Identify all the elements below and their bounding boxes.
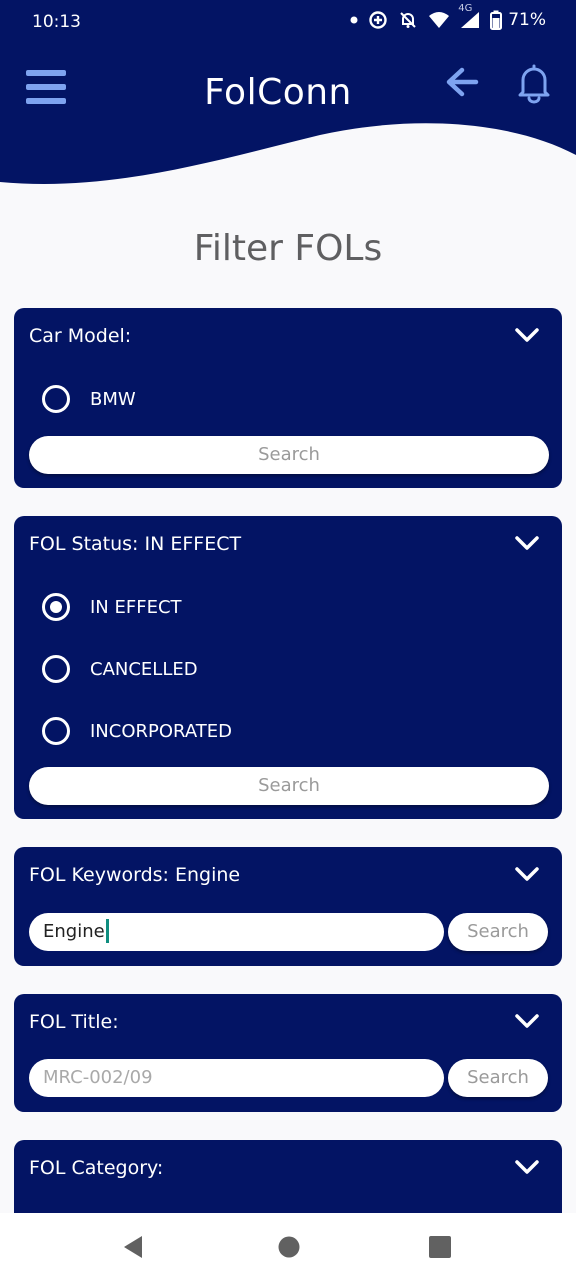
- battery-percentage: 71%: [508, 10, 546, 30]
- chevron-down-icon[interactable]: [514, 532, 540, 554]
- fol-title-filter-card: FOL Title: MRC-002/09 Search: [14, 994, 562, 1112]
- status-time: 10:13: [32, 12, 81, 32]
- title-input-placeholder: MRC-002/09: [43, 1067, 153, 1088]
- square-recents-icon[interactable]: [426, 1233, 454, 1261]
- fol-status-label: FOL Status: IN EFFECT: [29, 533, 242, 555]
- chevron-down-icon[interactable]: [514, 1156, 540, 1178]
- chevron-down-icon[interactable]: [514, 863, 540, 885]
- fol-keywords-filter-card: FOL Keywords: Engine Engine Search: [14, 847, 562, 966]
- battery-icon: [490, 10, 503, 30]
- triangle-back-icon[interactable]: [120, 1233, 148, 1261]
- radio-label: INCORPORATED: [90, 720, 232, 742]
- arrow-left-icon[interactable]: [444, 64, 480, 100]
- data-saver-icon: [368, 10, 388, 30]
- text-cursor: [105, 918, 109, 943]
- radio-button-checked[interactable]: [42, 593, 70, 621]
- car-model-filter-card: Car Model: BMW Search: [14, 308, 562, 488]
- radio-label: CANCELLED: [90, 658, 198, 680]
- keywords-input-value: Engine: [43, 921, 105, 942]
- page-title: Filter FOLs: [193, 228, 383, 269]
- radio-option-incorporated[interactable]: INCORPORATED: [42, 713, 232, 749]
- keywords-input[interactable]: Engine: [29, 913, 444, 951]
- fol-status-filter-card: FOL Status: IN EFFECT IN EFFECT CANCELLE…: [14, 516, 562, 819]
- status-icons: 4G 71%: [350, 3, 546, 30]
- chevron-down-icon[interactable]: [514, 324, 540, 346]
- wifi-icon: [428, 11, 450, 29]
- notification-dot-icon: [350, 16, 358, 24]
- radio-label: IN EFFECT: [90, 596, 182, 618]
- status-bar: 10:13 4G 71%: [0, 0, 576, 46]
- chevron-down-icon[interactable]: [514, 1010, 540, 1032]
- car-model-search-button[interactable]: Search: [29, 436, 549, 474]
- bell-icon[interactable]: [514, 62, 554, 104]
- car-model-label: Car Model:: [29, 325, 132, 347]
- title-input[interactable]: MRC-002/09: [29, 1059, 444, 1097]
- system-navigation-bar: [0, 1213, 576, 1280]
- title-search-button[interactable]: Search: [448, 1059, 548, 1097]
- radio-button[interactable]: [42, 717, 70, 745]
- keywords-search-button[interactable]: Search: [448, 913, 548, 951]
- fol-title-label: FOL Title:: [29, 1011, 119, 1033]
- radio-option-bmw[interactable]: BMW: [42, 381, 136, 417]
- radio-option-cancelled[interactable]: CANCELLED: [42, 651, 198, 687]
- circle-home-icon[interactable]: [275, 1233, 303, 1261]
- radio-button[interactable]: [42, 385, 70, 413]
- radio-label: BMW: [90, 388, 136, 410]
- cellular-signal-icon: 4G: [458, 3, 480, 29]
- fol-keywords-label: FOL Keywords: Engine: [29, 864, 241, 886]
- radio-option-in-effect[interactable]: IN EFFECT: [42, 589, 182, 625]
- network-type-label: 4G: [458, 3, 473, 14]
- alarm-off-icon: [398, 10, 418, 30]
- fol-status-search-button[interactable]: Search: [29, 767, 549, 805]
- fol-category-label: FOL Category:: [29, 1157, 164, 1179]
- radio-button[interactable]: [42, 655, 70, 683]
- app-header: 10:13 4G 71% FolConn: [0, 0, 576, 200]
